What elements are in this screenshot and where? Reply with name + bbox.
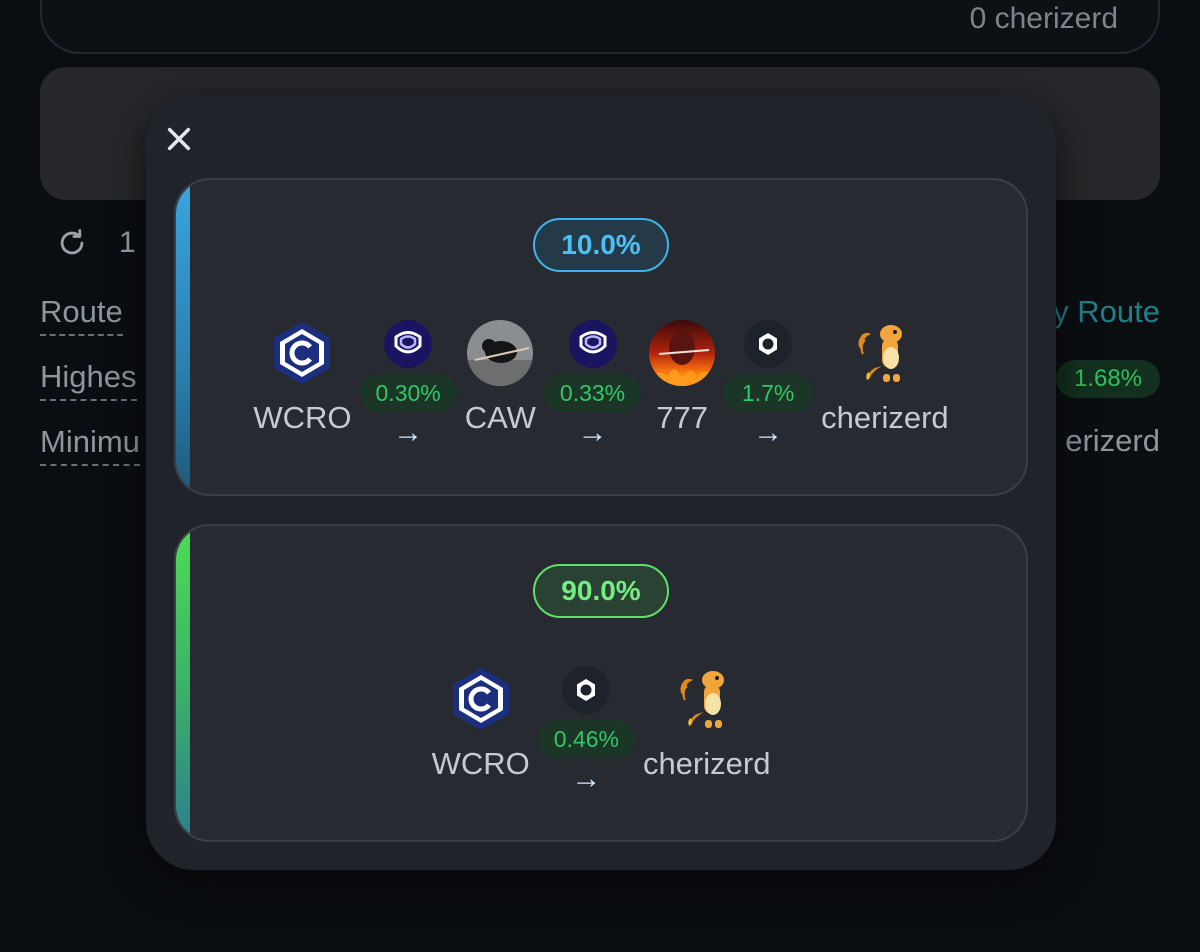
arrow-icon: → (393, 416, 424, 449)
cherizerd-logo-icon (674, 666, 740, 732)
output-card: 0 cherizerd (40, 0, 1160, 54)
route-card-2: 90.0% WCRO 0.46% → cherizerd (174, 524, 1028, 842)
hop-2: 0.33% → (543, 320, 642, 450)
route-share-badge: 90.0% (533, 564, 669, 618)
route-card-1: 10.0% WCRO 0.30% → CAW 0.33% → 777 1.7% … (174, 178, 1028, 496)
token-777: 777 (649, 320, 716, 436)
token-cherizerd: cherizerd (642, 666, 771, 782)
token-wcro: WCRO (432, 666, 530, 782)
token-name: CAW (464, 400, 536, 435)
token-caw: CAW (465, 320, 536, 436)
hop-fee: 0.33% (543, 374, 642, 412)
diamond-dex-icon (568, 320, 617, 368)
wcro-logo-icon (448, 666, 514, 732)
777-logo-icon (649, 320, 716, 386)
refresh-count: 1 (119, 226, 136, 259)
highest-fee-value: 1.68% (1056, 360, 1160, 398)
close-button[interactable] (162, 122, 196, 156)
minimum-received-label[interactable]: Minimu (40, 424, 140, 466)
hop-1: 0.46% → (537, 666, 635, 796)
output-amount: 0 cherizerd (969, 2, 1118, 35)
route-share-badge: 10.0% (533, 218, 669, 272)
refresh-icon[interactable] (55, 226, 89, 260)
route-modal: 10.0% WCRO 0.30% → CAW 0.33% → 777 1.7% … (146, 96, 1056, 870)
diamond-dex-icon (384, 320, 433, 368)
token-name: cherizerd (642, 746, 771, 781)
ring-dex-icon (562, 666, 611, 714)
route-label[interactable]: Route (40, 294, 123, 336)
route-path: WCRO 0.30% → CAW 0.33% → 777 1.7% → cher… (176, 320, 1026, 450)
token-wcro: WCRO (253, 320, 352, 436)
cherizerd-logo-icon (852, 320, 918, 386)
wcro-logo-icon (269, 320, 335, 386)
refresh-row: 1 (55, 226, 136, 260)
arrow-icon: → (571, 762, 602, 795)
arrow-icon: → (753, 416, 784, 449)
token-name: 777 (656, 400, 708, 435)
page: 0 cherizerd 1 Route Highes Minimu y Rout… (0, 0, 1200, 952)
route-path: WCRO 0.46% → cherizerd (176, 666, 1026, 796)
hop-fee: 0.46% (537, 720, 635, 758)
close-icon (167, 127, 191, 151)
hop-fee: 1.7% (723, 374, 814, 412)
hop-1: 0.30% → (359, 320, 457, 450)
ring-dex-icon (744, 320, 793, 368)
hop-3: 1.7% → (723, 320, 814, 450)
arrow-icon: → (577, 416, 608, 449)
token-name: WCRO (253, 400, 352, 435)
token-cherizerd: cherizerd (821, 320, 949, 436)
highest-fee-label[interactable]: Highes (40, 359, 137, 401)
token-name: WCRO (431, 746, 530, 781)
caw-logo-icon (467, 320, 534, 386)
minimum-received-value: erizerd (1065, 423, 1160, 458)
token-name: cherizerd (821, 400, 949, 435)
view-route-link[interactable]: y Route (1053, 294, 1160, 330)
hop-fee: 0.30% (359, 374, 457, 412)
